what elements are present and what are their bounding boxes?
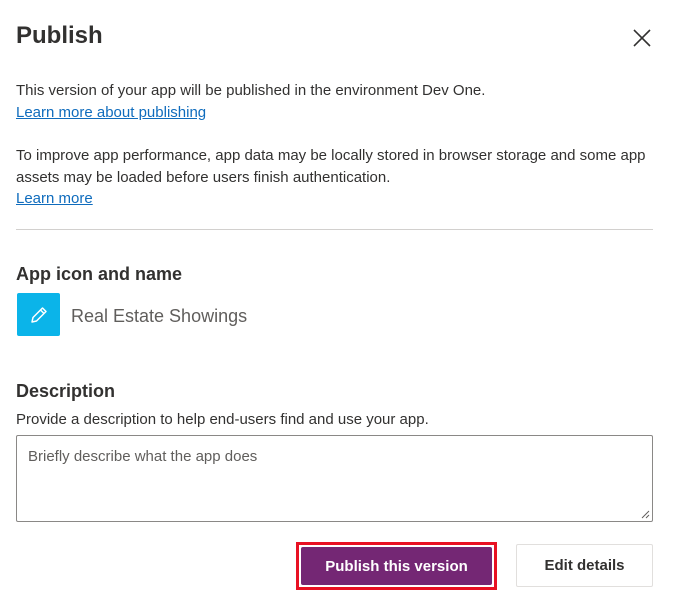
learn-more-publishing-link[interactable]: Learn more about publishing [16,102,206,124]
learn-more-link[interactable]: Learn more [16,188,93,210]
app-name: Real Estate Showings [71,306,248,326]
description-help-text: Provide a description to help end-users … [16,411,429,428]
environment-info: This version of your app will be publish… [16,80,646,123]
publish-this-version-button[interactable]: Publish this version [301,547,492,585]
description-heading: Description [16,381,116,401]
description-input[interactable] [17,436,652,521]
dialog-title: Publish [16,22,103,49]
app-icon-name-heading: App icon and name [16,264,183,284]
publish-dialog: Publish This version of your app will be… [0,0,676,610]
pencil-icon [30,306,47,323]
description-field[interactable] [16,435,653,522]
environment-text: This version of your app will be publish… [16,82,486,99]
close-icon [633,29,651,47]
edit-details-button[interactable]: Edit details [516,544,653,587]
resize-grip-icon[interactable] [640,509,650,519]
app-icon-tile [17,293,60,336]
close-button[interactable] [630,26,654,50]
performance-info: To improve app performance, app data may… [16,145,646,210]
divider [16,229,653,230]
performance-text: To improve app performance, app data may… [16,147,646,186]
